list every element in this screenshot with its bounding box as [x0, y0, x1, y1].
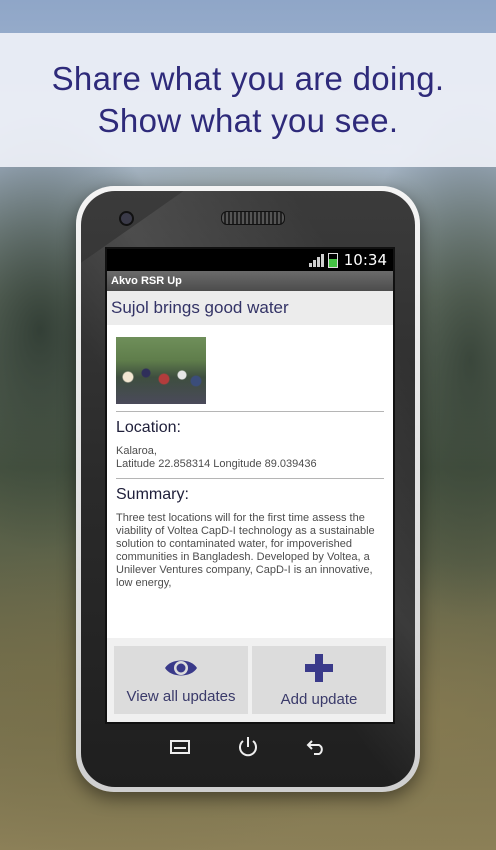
summary-text: Three test locations will for the first …: [116, 512, 375, 589]
battery-icon: [327, 252, 338, 268]
summary-heading: Summary:: [116, 486, 189, 503]
project-details: Location: Kalaroa, Latitude 22.858314 Lo…: [107, 325, 393, 589]
headline-banner: Share what you are doing. Show what you …: [0, 33, 496, 167]
view-all-updates-button[interactable]: View all updates: [114, 646, 248, 714]
menu-key-icon[interactable]: [169, 736, 191, 758]
project-header: Sujol brings good water: [107, 291, 393, 325]
add-update-button[interactable]: Add update: [252, 646, 386, 714]
app-title: Akvo RSR Up: [111, 275, 182, 287]
signal-icon: [308, 253, 324, 267]
earpiece-speaker: [221, 211, 285, 225]
location-heading: Location:: [116, 419, 181, 436]
location-text: Kalaroa, Latitude 22.858314 Longitude 89…: [116, 445, 384, 471]
front-camera: [119, 211, 134, 226]
status-bar: 10:34: [107, 249, 393, 271]
action-bar: View all updates Add update: [107, 638, 393, 722]
eye-icon: [165, 660, 197, 675]
view-all-updates-label: View all updates: [126, 687, 236, 705]
project-title: Sujol brings good water: [111, 298, 289, 317]
add-update-label: Add update: [280, 690, 358, 708]
location-coordinates: Latitude 22.858314 Longitude 89.039436: [116, 458, 317, 470]
power-key-icon[interactable]: [237, 736, 259, 758]
status-time: 10:34: [343, 251, 387, 269]
project-photo[interactable]: [116, 337, 206, 404]
divider: [116, 411, 384, 412]
phone-frame: 10:34 Akvo RSR Up Sujol brings good wate…: [76, 186, 420, 792]
app-title-bar: Akvo RSR Up: [107, 271, 393, 291]
phone-screen: 10:34 Akvo RSR Up Sujol brings good wate…: [105, 247, 395, 724]
phone-body: 10:34 Akvo RSR Up Sujol brings good wate…: [81, 191, 415, 787]
headline-line-1: Share what you are doing.: [51, 60, 445, 97]
headline-line-2: Show what you see.: [97, 102, 399, 139]
plus-icon: [305, 653, 333, 682]
hardware-keys: [81, 736, 415, 758]
divider: [116, 478, 384, 479]
back-key-icon[interactable]: [305, 736, 327, 758]
location-place: Kalaroa,: [116, 445, 157, 457]
